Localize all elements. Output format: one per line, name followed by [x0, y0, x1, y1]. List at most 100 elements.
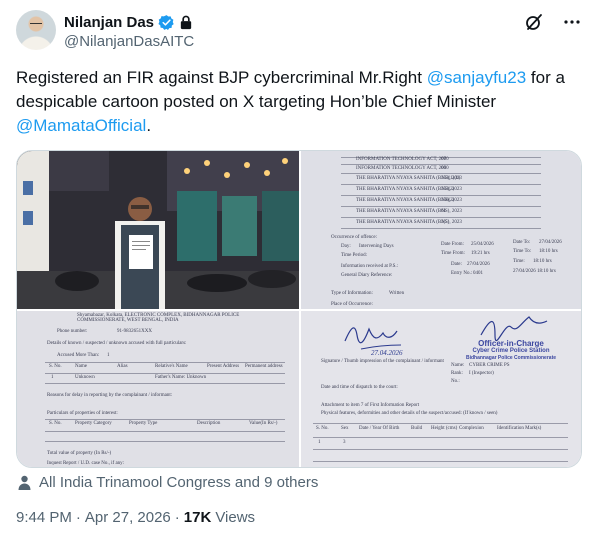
signature-date: 27.04.2026 — [371, 349, 403, 357]
table-rule — [341, 184, 541, 185]
time-period-label: Time Period: — [341, 253, 368, 258]
fir-page-accused-details[interactable]: Shyamabazar, Kolkata, ELECTRONIC COMPLEX… — [17, 311, 299, 467]
stamp-line: Officer-in-Charge — [478, 339, 544, 348]
table-rule — [45, 383, 285, 384]
fir-page-signature[interactable]: 27.04.2026 Officer-in-Charge Cyber Crime… — [301, 311, 581, 467]
table-cell: Father's Name: Unknown — [155, 375, 207, 380]
entry-no-label: Entry No.: — [451, 271, 473, 276]
col-header: Relative's Name — [155, 364, 188, 369]
date-from: 25/04/2026 — [471, 242, 494, 247]
total-value-label: Total value of property (In Rs/-) — [47, 451, 112, 456]
meta-separator: · — [174, 509, 180, 526]
rank-label: Rank: — [451, 371, 463, 376]
table-rule — [313, 461, 568, 462]
accused-count: 1 — [107, 353, 110, 358]
info-date-label: Date: — [451, 262, 462, 267]
col-header: Date / Year Of Birth — [359, 426, 400, 431]
author-name-row: Nilanjan Das — [64, 12, 193, 32]
col-header: Build — [411, 426, 423, 431]
fir-page-sections[interactable]: INFORMATION TECHNOLOGY ACT, 2000 67 INFO… — [301, 151, 581, 309]
verified-badge-icon[interactable] — [158, 14, 175, 31]
gd-date-time: 27/04/2026 18:10 hrs — [513, 269, 556, 274]
table-rule — [341, 195, 541, 196]
table-rule — [45, 373, 285, 374]
tweet-date[interactable]: Apr 27, 2026 — [85, 509, 171, 526]
mention-link[interactable]: @sanjayfu23 — [427, 68, 527, 87]
inquest-label: Inquest Report / U.D. case No., if any: — [47, 461, 125, 466]
table-rule — [341, 164, 541, 165]
col-header: Sex — [341, 426, 349, 431]
phone-value: 91-9832651XXX — [117, 329, 152, 334]
tweet-text-part: Registered an FIR against BJP cybercrimi… — [16, 68, 427, 87]
rank-value: I (Inspector) — [469, 371, 494, 376]
time-to-label: Time To: — [513, 249, 532, 254]
grok-icon[interactable] — [524, 12, 544, 32]
table-rule — [45, 362, 285, 363]
table-cell: Unknown — [75, 375, 95, 380]
author-handle[interactable]: @NilanjanDasAITC — [64, 33, 194, 50]
day-value: Intervening Days — [359, 244, 394, 249]
col-header: Alias — [117, 364, 128, 369]
date-to: 27/04/2026 — [539, 240, 562, 245]
tweet-text: Registered an FIR against BJP cybercrimi… — [16, 66, 582, 138]
document-page: Shyamabazar, Kolkata, ELECTRONIC COMPLEX… — [17, 311, 299, 467]
prop-col-header: S. No. — [49, 421, 62, 426]
info-received-label: Information received at P.S.: — [341, 264, 399, 269]
doc-section: 356(2) — [441, 198, 455, 203]
table-rule — [341, 206, 541, 207]
no-label: No.: — [451, 379, 460, 384]
document-page: 27.04.2026 Officer-in-Charge Cyber Crime… — [301, 311, 581, 467]
doc-section: 61 — [441, 209, 446, 214]
name-value: CYBER CRIME PS — [469, 363, 510, 368]
date-from-label: Date From: — [441, 242, 464, 247]
social-context[interactable]: All India Trinamool Congress and 9 other… — [18, 474, 318, 491]
table-cell: 3 — [343, 440, 346, 445]
occurrence-label: Occurrence of offence: — [331, 235, 377, 240]
place-label: Place of Occurrence: — [331, 302, 373, 307]
table-rule — [341, 217, 541, 218]
time-from-label: Time From: — [441, 251, 465, 256]
dispatch-label: Date and time of dispatch to the court: — [321, 385, 398, 390]
stamp-line: Cyber Crime Police Station — [472, 348, 550, 354]
protected-lock-icon — [180, 15, 192, 29]
photo-scene — [17, 151, 299, 309]
col-header: Present Address — [207, 364, 240, 369]
info-time-label: Time: — [513, 259, 525, 264]
media-grid: INFORMATION TECHNOLOGY ACT, 2000 67 INFO… — [16, 150, 582, 468]
reasons-label: Reasons for delay in reporting by the co… — [47, 393, 173, 398]
type-label: Type of Information: — [331, 291, 373, 296]
phone-label: Phone number: — [57, 329, 88, 334]
col-header: Identification Mark(s) — [497, 426, 542, 431]
table-rule — [45, 441, 285, 442]
mention-link[interactable]: @MamataOfficial — [16, 116, 146, 135]
social-context-text: All India Trinamool Congress and 9 other… — [39, 474, 319, 491]
stamp-line: Bidhannagar Police Commissionerate — [465, 355, 557, 361]
avatar[interactable] — [16, 10, 56, 50]
table-cell: 1 — [51, 375, 54, 380]
tweet-time[interactable]: 9:44 PM — [16, 509, 72, 526]
doc-section: 67 — [441, 157, 446, 162]
type-value: Written — [389, 291, 405, 296]
name-label: Name: — [451, 363, 465, 368]
tweet-header: Nilanjan Das @NilanjanDasAITC — [16, 10, 582, 54]
meta-separator: · — [75, 509, 81, 526]
tweet-text-part: . — [146, 116, 152, 135]
author-name[interactable]: Nilanjan Das — [64, 14, 154, 31]
gd-label: General Diary Reference: — [341, 273, 393, 278]
col-header: Name — [75, 364, 87, 369]
photo-complainant-with-fir[interactable] — [17, 151, 299, 309]
views-count: 17K — [183, 509, 212, 526]
col-header: S. No. — [49, 364, 62, 369]
prop-col-header: Description — [197, 421, 221, 426]
person-icon — [18, 475, 31, 490]
entry-no: 0401 — [473, 271, 483, 276]
table-cell: 1 — [318, 440, 321, 445]
views-label: Views — [215, 509, 256, 526]
day-label: Day: — [341, 244, 351, 249]
col-header: Permanent address — [245, 364, 283, 369]
suspect-label: Details of known / suspected / unknown a… — [47, 341, 187, 346]
table-rule — [45, 419, 285, 420]
more-options-icon[interactable] — [562, 12, 582, 32]
header-actions — [524, 12, 582, 32]
info-date: 27/04/2026 — [467, 262, 490, 267]
